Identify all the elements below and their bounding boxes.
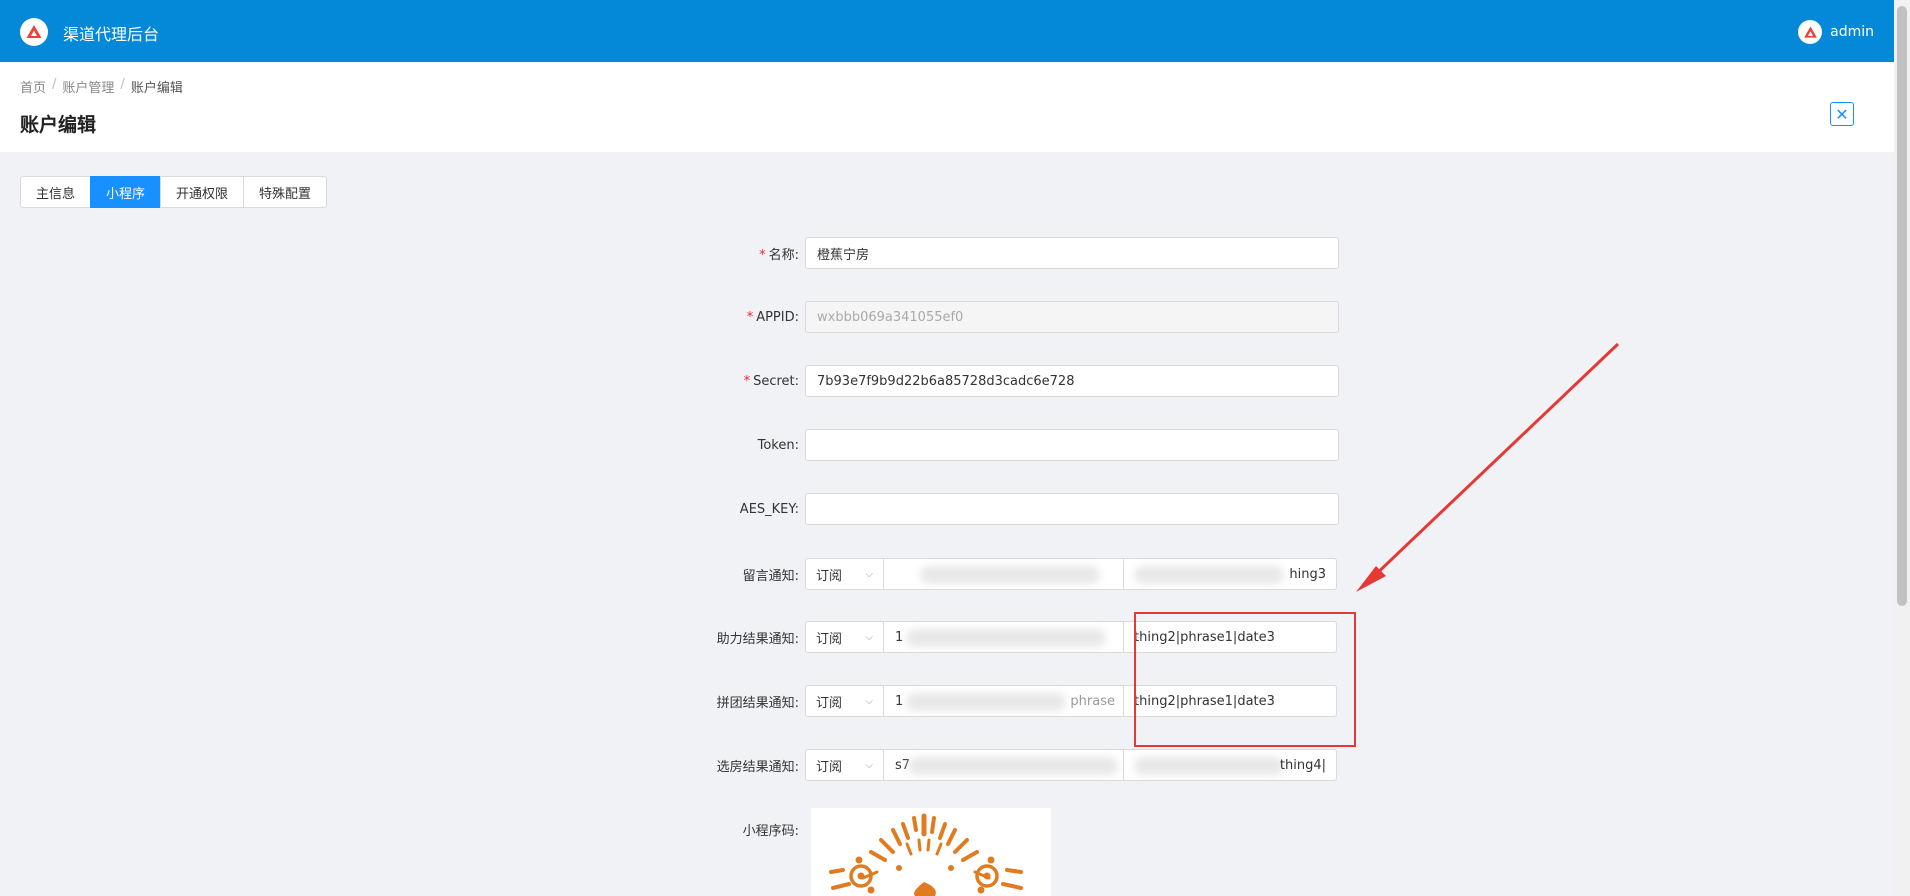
breadcrumb-separator: / [120,77,125,92]
name-label: 名称: [768,247,799,263]
secret-input[interactable]: 7b93e7f9b9d22b6a85728d3cadc6e728 [805,365,1339,397]
name-input[interactable]: 橙蕉宁房 [805,237,1339,269]
message-notify-group: 订阅 ⌵ hing3 [805,558,1337,590]
close-button[interactable]: ✕ [1830,102,1854,126]
assist-notify-fields-input[interactable]: thing2|phrase1|date3 [1124,621,1337,653]
group-notify-type-select[interactable]: 订阅 ⌵ [805,685,884,717]
token-input[interactable] [805,429,1339,461]
chevron-down-icon: ⌵ [865,759,873,771]
chevron-down-icon: ⌵ [865,695,873,707]
qrcode-graphic [829,813,1023,896]
user-avatar-icon[interactable] [1798,20,1823,44]
top-header: 渠道代理后台 admin [0,0,1894,62]
assist-notify-type-select[interactable]: 订阅 ⌵ [805,621,884,653]
qrcode-label: 小程序码: [742,823,799,839]
appid-label: APPID: [756,309,799,325]
group-notify-group: 订阅 ⌵ 1 phrase thing2|phrase1|date3 [805,685,1337,717]
form-row-qrcode: 小程序码: [660,813,805,845]
room-notify-type-select[interactable]: 订阅 ⌵ [805,749,884,781]
room-notify-label: 选房结果通知: [716,759,799,775]
assist-notify-label: 助力结果通知: [716,631,799,647]
tab-permissions[interactable]: 开通权限 [160,176,245,208]
group-notify-label: 拼团结果通知: [716,695,799,711]
room-notify-fields-input[interactable]: thing4| [1124,749,1337,781]
tab-group: 主信息 小程序 开通权限 特殊配置 [20,176,328,208]
group-notify-fields-input[interactable]: thing2|phrase1|date3 [1124,685,1337,717]
breadcrumb-current: 账户编辑 [130,81,183,96]
page-title: 账户编辑 [20,114,97,136]
appid-input: wxbbb069a341055ef0 [805,301,1339,333]
mini-program-qrcode [811,808,1051,896]
room-notify-template-input[interactable]: s7 [884,749,1124,781]
form-row-message-notify: 留言通知: 订阅 ⌵ hing3 [660,558,1337,590]
chevron-down-icon: ⌵ [865,631,873,643]
form-row-secret: * Secret: 7b93e7f9b9d22b6a85728d3cadc6e72… [660,365,1339,397]
close-icon: ✕ [1835,104,1849,124]
assist-notify-group: 订阅 ⌵ 1 thing2|phrase1|date3 [805,621,1337,653]
page-head: 首页 / 账户管理 / 账户编辑 账户编辑 ✕ [0,62,1894,152]
page-scrollbar[interactable] [1894,0,1910,896]
group-notify-template-input[interactable]: 1 phrase [884,685,1124,717]
form-row-room-notify: 选房结果通知: 订阅 ⌵ s7 thing4| [660,749,1337,781]
scrollbar-thumb[interactable] [1897,6,1907,606]
required-mark: * [759,247,766,263]
tab-special-config[interactable]: 特殊配置 [243,176,328,208]
form-row-token: Token: [660,429,1339,461]
aes-key-label: AES_KEY: [739,501,799,517]
form-row-name: * 名称: 橙蕉宁房 [660,237,1339,269]
message-notify-template-input[interactable] [884,558,1124,590]
form-row-group-notify: 拼团结果通知: 订阅 ⌵ 1 phrase thing2|phrase1|date3 [660,685,1337,717]
app-title: 渠道代理后台 [63,25,160,44]
aes-key-input[interactable] [805,493,1339,525]
breadcrumb-section[interactable]: 账户管理 [62,77,114,96]
chevron-down-icon: ⌵ [865,568,873,580]
form-row-aes-key: AES_KEY: [660,493,1339,525]
user-menu[interactable]: admin [1798,20,1874,44]
assist-notify-template-input[interactable]: 1 [884,621,1124,653]
token-label: Token: [757,437,799,453]
tab-mini-program[interactable]: 小程序 [90,176,162,208]
breadcrumb-separator: / [52,77,57,92]
user-name[interactable]: admin [1830,24,1874,40]
form-row-assist-notify: 助力结果通知: 订阅 ⌵ 1 thing2|phrase1|date3 [660,621,1337,653]
breadcrumb: 首页 / 账户管理 / 账户编辑 [20,77,183,96]
secret-label: Secret: [753,373,799,389]
room-notify-group: 订阅 ⌵ s7 thing4| [805,749,1337,781]
brand-a-icon[interactable] [20,18,48,46]
required-mark: * [746,309,754,325]
message-notify-fields-input[interactable]: hing3 [1124,558,1337,590]
tab-main-info[interactable]: 主信息 [20,176,92,208]
message-notify-label: 留言通知: [742,568,799,584]
message-notify-type-select[interactable]: 订阅 ⌵ [805,558,884,590]
required-mark: * [743,373,751,389]
breadcrumb-home[interactable]: 首页 [20,77,46,96]
form-row-appid: * APPID: wxbbb069a341055ef0 [660,301,1339,333]
